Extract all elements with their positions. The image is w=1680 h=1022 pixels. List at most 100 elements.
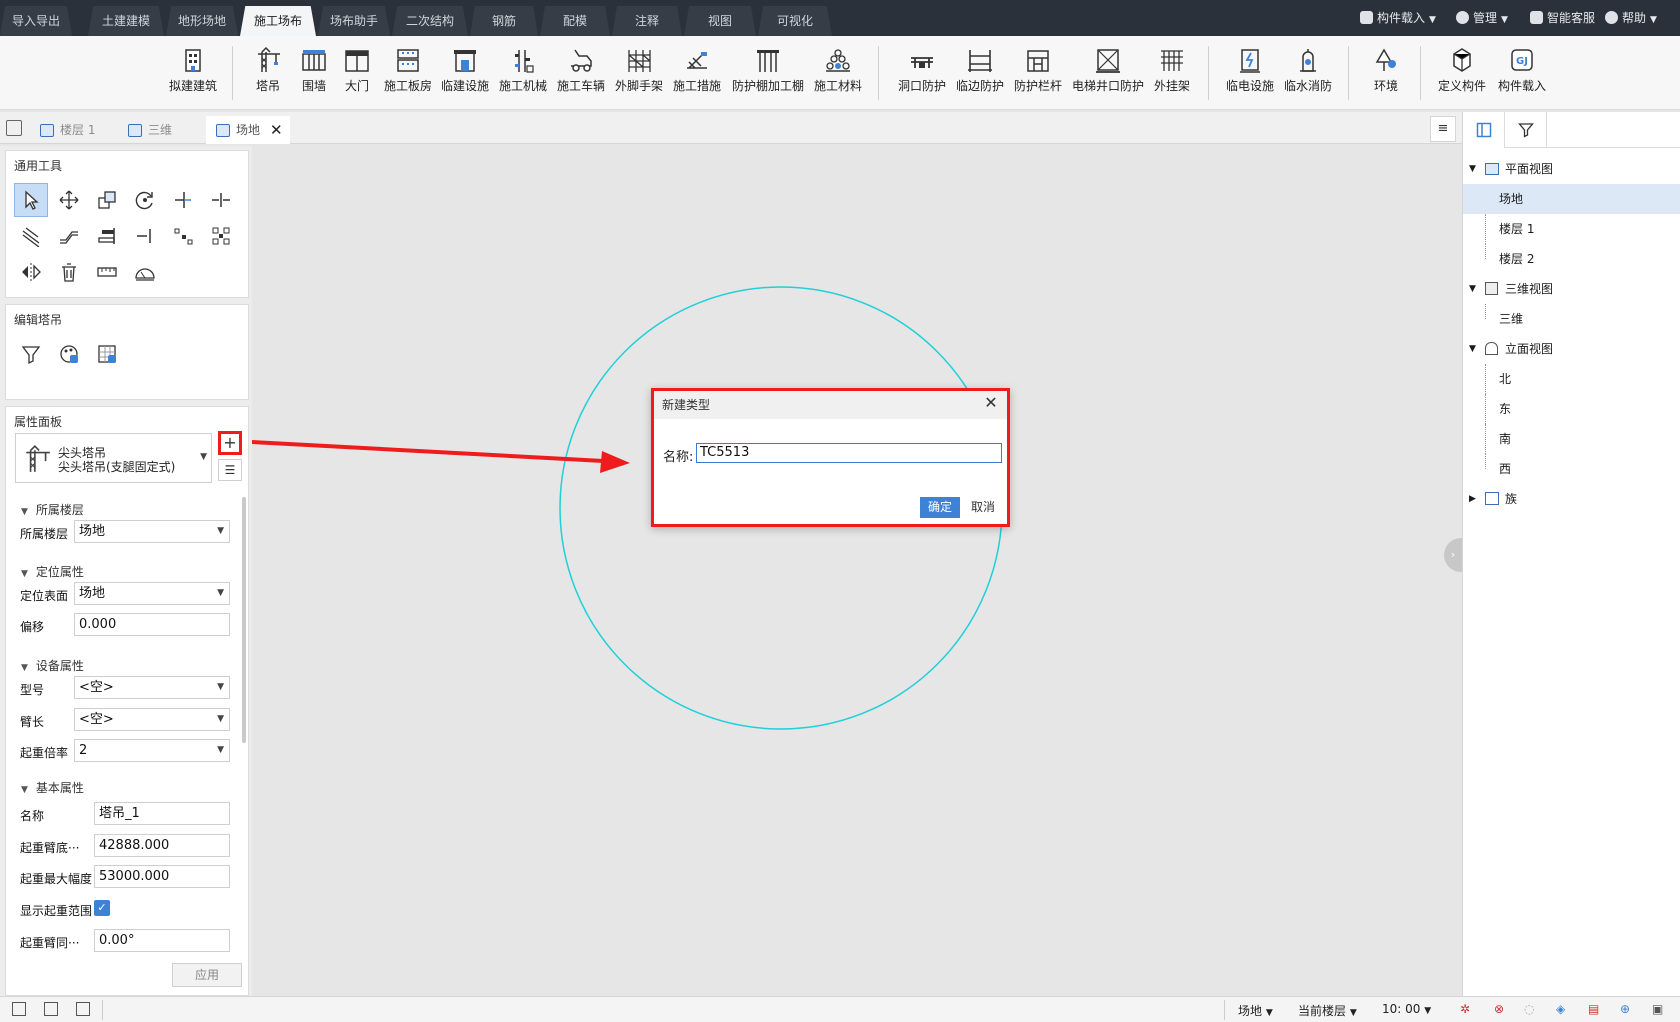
smart-service-button[interactable]: 智能客服 <box>1530 8 1595 28</box>
tree-node-family[interactable]: ▶ 族 <box>1463 484 1680 514</box>
split-view-icon[interactable] <box>44 1002 58 1016</box>
doc-tab-site[interactable]: 场地 ✕ <box>206 116 290 144</box>
tab-civil-modeling[interactable]: 土建建模 <box>88 6 164 36</box>
model-select[interactable]: <空> ▼ <box>74 676 230 699</box>
tab-visualization[interactable]: 可视化 <box>758 6 832 36</box>
snap-icon[interactable]: ✲ <box>1460 1002 1470 1016</box>
name-input[interactable]: 塔吊_1 <box>94 802 230 825</box>
filter-tool-button[interactable] <box>14 337 48 371</box>
section-equipment[interactable]: ▼ 设备属性 <box>21 657 84 674</box>
axis-icon[interactable]: ⊗ <box>1494 1002 1504 1016</box>
type-settings-icon[interactable]: ☰ <box>218 459 242 481</box>
close-icon[interactable]: ✕ <box>983 395 999 411</box>
manage-menu[interactable]: 管理 ▼ <box>1456 8 1508 28</box>
apply-button[interactable]: 应用 <box>172 963 242 987</box>
help-menu[interactable]: 帮助 ▼ <box>1605 8 1657 28</box>
component-load-menu[interactable]: 构件载入 ▼ <box>1360 8 1436 28</box>
ribbon-button-fence[interactable]: 围墙 <box>294 46 334 102</box>
ribbon-button-shed[interactable]: 防护棚加工棚 <box>730 46 806 102</box>
section-floor[interactable]: ▼ 所属楼层 <box>21 501 84 518</box>
surface-select[interactable]: 场地 ▼ <box>74 582 230 605</box>
ribbon-button-opening-protect[interactable]: 洞口防护 <box>896 46 948 102</box>
current-floor-selector[interactable]: 当前楼层 ▼ <box>1298 1002 1357 1019</box>
tab-rebar[interactable]: 钢筋 <box>470 6 538 36</box>
doc-tab-3d[interactable]: 三维 <box>118 116 204 144</box>
offset-tool-button[interactable] <box>14 219 48 253</box>
tree-item-3d[interactable]: 三维 <box>1463 304 1680 334</box>
tree-node-elevation[interactable]: ▼ 立面视图 <box>1463 334 1680 364</box>
add-type-button[interactable]: + <box>218 431 242 455</box>
trim-tool-button[interactable] <box>128 219 162 253</box>
tab-annotation[interactable]: 注释 <box>612 6 682 36</box>
ribbon-button-component-load[interactable]: GJ 构件载入 <box>1494 46 1550 102</box>
ribbon-button-material[interactable]: 施工材料 <box>810 46 866 102</box>
arm-select[interactable]: <空> ▼ <box>74 708 230 731</box>
property-scrollbar[interactable] <box>242 497 246 743</box>
direction-input[interactable]: 0.00° <box>94 929 230 952</box>
tree-item-floor2[interactable]: 楼层 2 <box>1463 244 1680 274</box>
array-tool-button[interactable] <box>166 219 200 253</box>
angle-tool-button[interactable] <box>128 255 162 289</box>
ribbon-button-site-house[interactable]: 施工板房 <box>381 46 435 102</box>
ribbon-button-temp-power[interactable]: 临电设施 <box>1224 46 1276 102</box>
floor-select[interactable]: 场地 ▼ <box>74 520 230 543</box>
ribbon-button-scaffold[interactable]: 外脚手架 <box>612 46 666 102</box>
tile-view-icon[interactable] <box>76 1002 90 1016</box>
ribbon-button-vehicle[interactable]: 施工车辆 <box>554 46 608 102</box>
window-restore-icon[interactable] <box>6 120 22 136</box>
view-tree-tab[interactable] <box>1463 112 1505 148</box>
ribbon-button-tower-crane[interactable]: 塔吊 <box>248 46 288 102</box>
align-tool-button[interactable] <box>90 219 124 253</box>
ribbon-button-hanging-frame[interactable]: 外挂架 <box>1150 46 1194 102</box>
ribbon-button-environment[interactable]: 环境 <box>1366 46 1406 102</box>
extend-tool-button[interactable] <box>166 183 200 217</box>
tree-item-east[interactable]: 东 <box>1463 394 1680 424</box>
tab-site-layout[interactable]: 施工场布 <box>240 6 316 36</box>
ribbon-button-elevator-protect[interactable]: 电梯井口防护 <box>1070 46 1146 102</box>
tree-item-north[interactable]: 北 <box>1463 364 1680 394</box>
color-tool-button[interactable] <box>52 337 86 371</box>
display-icon[interactable]: ◈ <box>1556 1002 1565 1016</box>
group-tool-button[interactable] <box>204 219 238 253</box>
section-position[interactable]: ▼ 定位属性 <box>21 563 84 580</box>
ribbon-button-edge-protect[interactable]: 临边防护 <box>954 46 1006 102</box>
base-input[interactable]: 42888.000 <box>94 834 230 857</box>
tree-node-plan-view[interactable]: ▼ 平面视图 <box>1463 154 1680 184</box>
ok-button[interactable]: 确定 <box>920 497 960 518</box>
doc-tab-floor1[interactable]: 楼层 1 <box>30 116 126 144</box>
ribbon-button-fire-hydrant[interactable]: 临水消防 <box>1282 46 1334 102</box>
tree-node-3d-view[interactable]: ▼ 三维视图 <box>1463 274 1680 304</box>
tab-view[interactable]: 视图 <box>684 6 756 36</box>
delete-tool-button[interactable] <box>52 255 86 289</box>
show-range-checkbox[interactable]: ✓ <box>94 900 110 916</box>
tree-item-floor1[interactable]: 楼层 1 <box>1463 214 1680 244</box>
filter-tab[interactable] <box>1505 112 1547 148</box>
tree-item-south[interactable]: 南 <box>1463 424 1680 454</box>
ribbon-button-railing[interactable]: 防护栏杆 <box>1012 46 1064 102</box>
stretch-tool-button[interactable] <box>52 219 86 253</box>
tab-secondary-structure[interactable]: 二次结构 <box>392 6 468 36</box>
measure-tool-button[interactable] <box>90 255 124 289</box>
mirror-tool-button[interactable] <box>14 255 48 289</box>
cancel-button[interactable]: 取消 <box>968 497 998 518</box>
layer-icon[interactable]: ▤ <box>1588 1002 1599 1016</box>
tab-menu-icon[interactable]: ≡ <box>1430 116 1456 142</box>
max-range-input[interactable]: 53000.000 <box>94 865 230 888</box>
copy-tool-button[interactable] <box>90 183 124 217</box>
3d-box-icon[interactable]: ▣ <box>1652 1002 1663 1016</box>
offset-input[interactable]: 0.000 <box>74 613 230 636</box>
tab-import-export[interactable]: 导入导出 <box>0 6 72 36</box>
tab-terrain[interactable]: 地形场地 <box>166 6 238 36</box>
name-field[interactable]: TC5513 <box>696 443 1002 463</box>
select-tool-button[interactable] <box>14 183 48 217</box>
grid-view-icon[interactable] <box>12 1002 26 1016</box>
light-icon[interactable]: ◌ <box>1524 1002 1534 1016</box>
drawing-canvas[interactable]: › <box>252 146 1462 996</box>
texture-tool-button[interactable] <box>90 337 124 371</box>
ribbon-button-define-component[interactable]: 定义构件 <box>1434 46 1490 102</box>
break-tool-button[interactable] <box>204 183 238 217</box>
ribbon-button-machinery[interactable]: 施工机械 <box>496 46 550 102</box>
section-basic[interactable]: ▼ 基本属性 <box>21 779 84 796</box>
tab-layout-assistant[interactable]: 场布助手 <box>318 6 390 36</box>
ribbon-button-temp-facility[interactable]: 临建设施 <box>438 46 492 102</box>
